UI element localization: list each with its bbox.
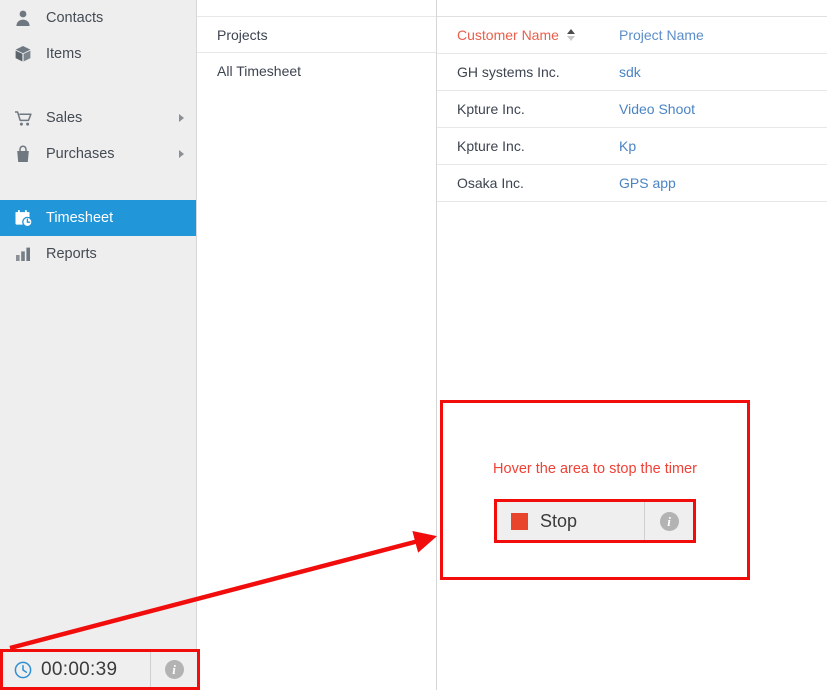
column-header-project-name[interactable]: Project Name [617, 27, 827, 43]
stop-square-icon [511, 513, 528, 530]
stop-button-label: Stop [540, 511, 577, 532]
projects-table-panel: Customer Name Project Name GH systems In… [437, 0, 827, 690]
cell-project-name[interactable]: sdk [617, 64, 827, 80]
sidebar-item-label: Sales [46, 111, 82, 126]
timer-value: 00:00:39 [41, 659, 117, 681]
app-root: Contacts Items Sales Purchases [0, 0, 827, 690]
info-icon: i [165, 660, 184, 679]
sidebar-spacer [0, 72, 196, 100]
shopping-cart-icon [12, 107, 34, 129]
cell-customer-name: GH systems Inc. [437, 64, 617, 80]
cell-customer-name: Osaka Inc. [437, 175, 617, 191]
calendar-clock-icon [12, 207, 34, 229]
stop-button[interactable]: Stop [497, 502, 645, 540]
sidebar-item-timesheet[interactable]: Timesheet [0, 200, 196, 236]
table-row[interactable]: Kpture Inc. Kp [437, 127, 827, 164]
person-icon [12, 7, 34, 29]
sort-ascending-icon[interactable] [567, 29, 575, 41]
table-row[interactable]: GH systems Inc. sdk [437, 53, 827, 90]
column-header-customer-name[interactable]: Customer Name [437, 27, 617, 43]
cell-customer-name: Kpture Inc. [437, 138, 617, 154]
stop-timer-widget[interactable]: Stop i [494, 499, 696, 543]
shopping-bag-icon [12, 143, 34, 165]
info-icon: i [660, 512, 679, 531]
bar-chart-icon [12, 243, 34, 265]
column-header-label: Customer Name [457, 27, 559, 43]
midpanel-item-all-timesheet[interactable]: All Timesheet [197, 52, 436, 88]
sidebar-item-label: Items [46, 47, 81, 62]
chevron-right-icon [179, 150, 184, 158]
table-header-row: Customer Name Project Name [437, 16, 827, 53]
box-icon [12, 43, 34, 65]
sidebar-item-sales[interactable]: Sales [0, 100, 196, 136]
stop-info-button[interactable]: i [645, 502, 693, 540]
sidebar-spacer [0, 172, 196, 200]
midpanel-item-projects[interactable]: Projects [197, 16, 436, 52]
sidebar-item-label: Reports [46, 247, 97, 262]
cell-project-name[interactable]: GPS app [617, 175, 827, 191]
column-header-label: Project Name [619, 27, 704, 43]
sidebar-item-reports[interactable]: Reports [0, 236, 196, 272]
timesheet-nav-panel: Projects All Timesheet [197, 0, 437, 690]
callout-hint-text: Hover the area to stop the timer [493, 461, 697, 477]
timer-info-button[interactable]: i [151, 652, 197, 687]
sort-down-arrow-icon [567, 36, 575, 41]
timer-widget[interactable]: 00:00:39 i [0, 649, 200, 690]
cell-project-name[interactable]: Kp [617, 138, 827, 154]
midpanel-item-label: Projects [217, 27, 268, 43]
sidebar-item-label: Contacts [46, 11, 103, 26]
chevron-right-icon [179, 114, 184, 122]
stop-timer-callout: Hover the area to stop the timer Stop i [440, 400, 750, 580]
clock-icon [13, 660, 33, 680]
timer-display[interactable]: 00:00:39 [3, 652, 151, 687]
sidebar: Contacts Items Sales Purchases [0, 0, 197, 690]
sidebar-item-label: Purchases [46, 147, 115, 162]
cell-customer-name: Kpture Inc. [437, 101, 617, 117]
cell-project-name[interactable]: Video Shoot [617, 101, 827, 117]
table-row[interactable]: Kpture Inc. Video Shoot [437, 90, 827, 127]
sidebar-item-contacts[interactable]: Contacts [0, 0, 196, 36]
sidebar-item-label: Timesheet [46, 211, 113, 226]
sort-up-arrow-icon [567, 29, 575, 34]
table-row[interactable]: Osaka Inc. GPS app [437, 164, 827, 201]
sidebar-item-items[interactable]: Items [0, 36, 196, 72]
midpanel-item-label: All Timesheet [217, 63, 301, 79]
table-row-bottom-border [437, 201, 827, 202]
sidebar-item-purchases[interactable]: Purchases [0, 136, 196, 172]
